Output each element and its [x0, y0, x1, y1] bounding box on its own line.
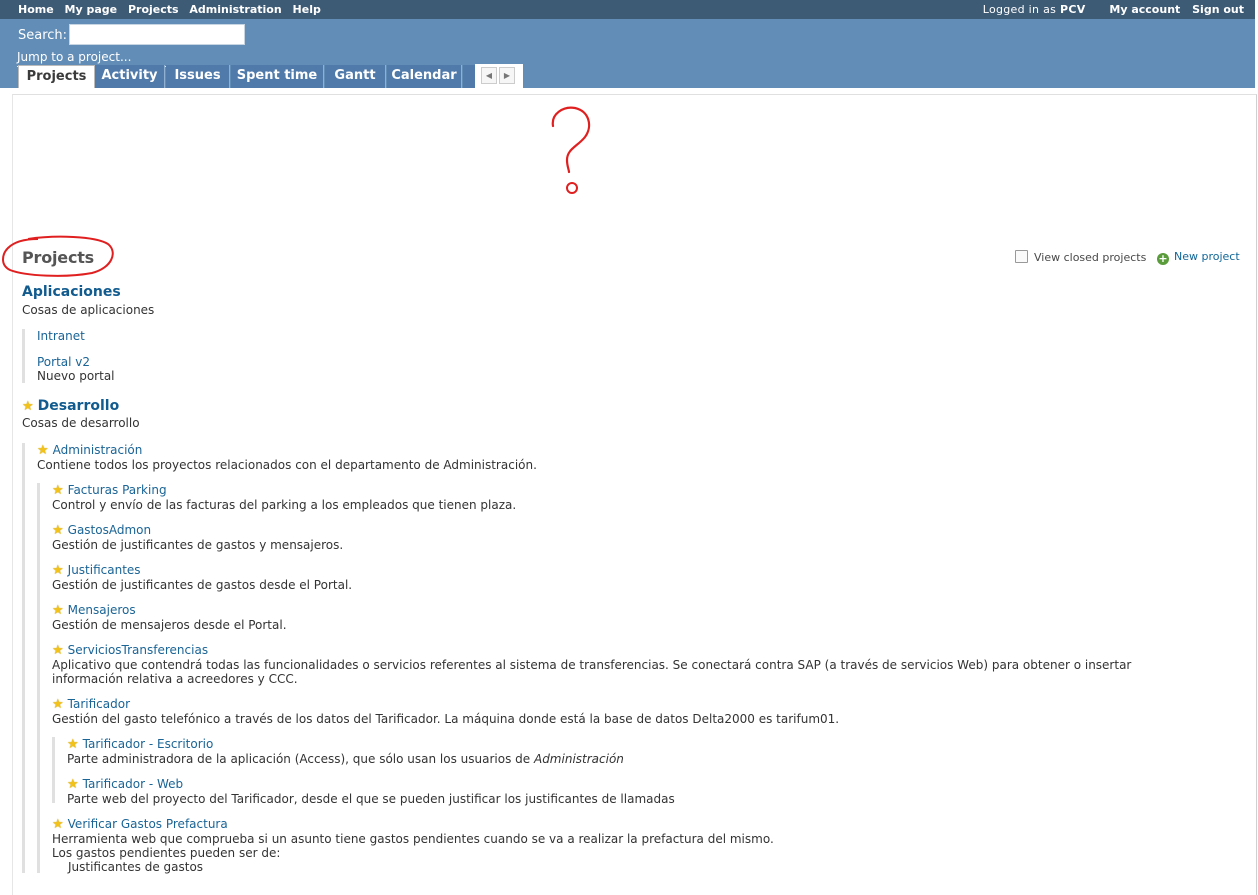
project-justificantes-link[interactable]: Justificantes: [68, 563, 141, 577]
project-intranet: Intranet: [37, 329, 85, 343]
my-account-link[interactable]: My account: [1109, 3, 1180, 16]
star-icon: ★: [52, 697, 64, 712]
star-icon: ★: [52, 643, 64, 658]
star-icon: ★: [67, 777, 79, 792]
add-icon: +: [1157, 252, 1169, 265]
new-project-link[interactable]: + New project: [1157, 250, 1240, 265]
view-closed-projects[interactable]: View closed projects: [1015, 250, 1146, 264]
tab-spent-time[interactable]: Spent time: [231, 65, 324, 88]
project-servicios-transferencias: ★ ServiciosTransferencias Aplicativo que …: [52, 643, 1242, 686]
project-justificantes: ★ Justificantes Gestión de justificantes …: [52, 563, 352, 592]
project-tarificador: ★ Tarificador Gestión del gasto telefónic…: [52, 697, 839, 726]
project-facturas-parking: ★ Facturas Parking Control y envío de las…: [52, 483, 516, 512]
menu-projects[interactable]: Projects: [128, 3, 179, 16]
project-portal-v2: Portal v2 Nuevo portal: [37, 355, 115, 383]
description-emphasis: Administración: [533, 752, 624, 766]
project-servicios-transferencias-link[interactable]: ServiciosTransferencias: [68, 643, 208, 657]
project-portal-v2-link[interactable]: Portal v2: [37, 355, 115, 369]
project-tarificador-web-link[interactable]: Tarificador - Web: [83, 777, 184, 791]
project-intranet-link[interactable]: Intranet: [37, 329, 85, 343]
logged-in-prefix: Logged in as: [982, 3, 1057, 16]
project-desarrollo-link[interactable]: Desarrollo: [38, 398, 120, 414]
project-tarificador-escritorio-description: Parte administradora de la aplicación (A…: [67, 752, 624, 766]
description-text: Parte administradora de la aplicación (A…: [67, 752, 534, 766]
project-verificar-gastos-prefactura: ★ Verificar Gastos Prefactura Herramienta…: [52, 817, 774, 874]
page-title: Projects: [22, 248, 95, 267]
page-title-area: Projects: [0, 234, 118, 279]
menu-home[interactable]: Home: [18, 3, 54, 16]
project-desarrollo: ★ Desarrollo Cosas de desarrollo: [22, 398, 140, 430]
project-gastosadmon-description: Gestión de justificantes de gastos y men…: [52, 538, 344, 552]
star-icon: ★: [52, 483, 64, 498]
project-tarificador-escritorio: ★ Tarificador - Escritorio Parte administ…: [67, 737, 624, 766]
project-facturas-parking-link[interactable]: Facturas Parking: [68, 483, 167, 497]
project-portal-v2-description: Nuevo portal: [37, 369, 115, 383]
tab-calendar[interactable]: Calendar: [387, 65, 462, 88]
view-closed-label: View closed projects: [1034, 251, 1147, 264]
tab-scroll-left-icon[interactable]: ◀: [481, 67, 497, 84]
tab-scroll-right-icon[interactable]: ▶: [499, 67, 515, 84]
menu-administration[interactable]: Administration: [189, 3, 281, 16]
project-tarificador-web: ★ Tarificador - Web Parte web del proyect…: [67, 777, 675, 806]
project-tarificador-link[interactable]: Tarificador: [68, 697, 130, 711]
sign-out-link[interactable]: Sign out: [1192, 3, 1244, 16]
project-servicios-transferencias-description-1: Aplicativo que contendrá todas las funci…: [52, 658, 1132, 672]
project-mensajeros: ★ Mensajeros Gestión de mensajeros desde …: [52, 603, 287, 632]
jump-to-project[interactable]: Jump to a project...: [17, 50, 131, 64]
menu-help[interactable]: Help: [293, 3, 321, 16]
project-mensajeros-description: Gestión de mensajeros desde el Portal.: [52, 618, 287, 632]
tab-scroll-nav: ◀ ▶: [475, 64, 523, 88]
project-tarificador-description: Gestión del gasto telefónico a través de…: [52, 712, 840, 726]
project-servicios-transferencias-description-2: información relativa a acreedores y CCC.: [52, 672, 298, 686]
tree-line: [37, 483, 40, 873]
star-icon: ★: [52, 523, 64, 538]
tab-activity[interactable]: Activity: [95, 65, 165, 88]
star-icon: ★: [37, 443, 49, 458]
tree-line: [22, 329, 25, 383]
tree-line: [52, 737, 55, 803]
tab-gantt[interactable]: Gantt: [325, 65, 386, 88]
star-icon: ★: [52, 563, 64, 578]
logged-in-text: Logged in as PCV: [983, 3, 1086, 16]
project-administracion-link[interactable]: Administración: [53, 443, 143, 457]
project-gastosadmon-link[interactable]: GastosAdmon: [68, 523, 151, 537]
project-verificar-gastos-prefactura-link[interactable]: Verificar Gastos Prefactura: [68, 817, 228, 831]
search-input[interactable]: [69, 24, 245, 45]
project-desarrollo-heading: ★ Desarrollo: [22, 398, 140, 414]
star-icon: ★: [52, 817, 64, 832]
star-icon: ★: [22, 399, 34, 414]
search-label: Search:: [18, 28, 68, 43]
top-menu-right: Logged in as PCV My account Sign out: [983, 3, 1244, 16]
current-user[interactable]: PCV: [1060, 3, 1086, 16]
project-administracion: ★ Administración Contiene todos los proye…: [37, 443, 537, 472]
project-tarificador-web-description: Parte web del proyecto del Tarificador, …: [67, 792, 675, 806]
menu-my-page[interactable]: My page: [65, 3, 118, 16]
project-facturas-parking-description: Control y envío de las facturas del park…: [52, 498, 517, 512]
new-project-label: New project: [1174, 250, 1240, 263]
tab-projects[interactable]: Projects: [18, 65, 95, 88]
project-aplicaciones-description: Cosas de aplicaciones: [22, 303, 155, 317]
star-icon: ★: [67, 737, 79, 752]
view-closed-checkbox[interactable]: [1015, 250, 1028, 263]
project-verificar-gastos-description-3: Justificantes de gastos: [68, 860, 204, 874]
tab-overflow: [463, 65, 475, 88]
project-aplicaciones-link[interactable]: Aplicaciones: [22, 284, 154, 300]
header: Search: Jump to a project... Projects Ac…: [0, 19, 1255, 88]
project-aplicaciones: Aplicaciones Cosas de aplicaciones: [22, 284, 154, 317]
tree-line: [22, 443, 25, 873]
project-gastosadmon: ★ GastosAdmon Gestión de justificantes de…: [52, 523, 343, 552]
tab-issues[interactable]: Issues: [166, 65, 230, 88]
project-verificar-gastos-description-2: Los gastos pendientes pueden ser de:: [52, 846, 281, 860]
annotation-question-mark: [551, 106, 591, 194]
star-icon: ★: [52, 603, 64, 618]
top-menu-left: Home My page Projects Administration Hel…: [18, 3, 328, 16]
project-verificar-gastos-description-1: Herramienta web que comprueba si un asun…: [52, 832, 774, 846]
top-menu: Home My page Projects Administration Hel…: [0, 0, 1255, 19]
project-tarificador-escritorio-link[interactable]: Tarificador - Escritorio: [83, 737, 214, 751]
project-administracion-description: Contiene todos los proyectos relacionado…: [37, 458, 537, 472]
project-desarrollo-description: Cosas de desarrollo: [22, 416, 140, 430]
project-mensajeros-link[interactable]: Mensajeros: [68, 603, 136, 617]
project-justificantes-description: Gestión de justificantes de gastos desde…: [52, 578, 353, 592]
